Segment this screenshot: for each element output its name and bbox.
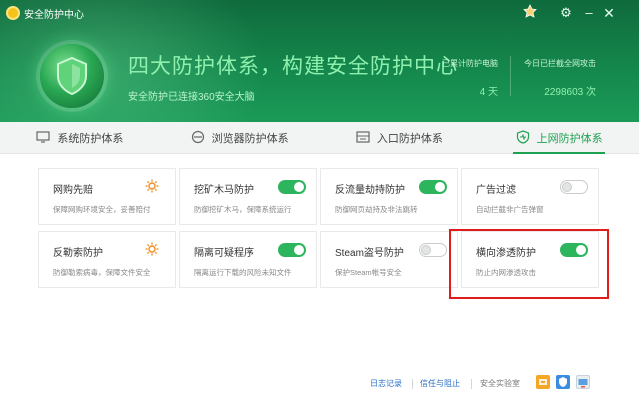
close-button[interactable]: ✕ bbox=[599, 4, 619, 22]
lab-shield-icon[interactable] bbox=[556, 375, 570, 389]
trust-block-link[interactable]: 信任与阻止 bbox=[420, 378, 460, 389]
card-description: 防御网页劫持及非法跳转 bbox=[335, 205, 418, 214]
entry-icon bbox=[356, 130, 370, 145]
monitor-icon bbox=[36, 130, 50, 145]
footer-divider bbox=[412, 379, 413, 389]
tab-label: 系统防护体系 bbox=[57, 132, 124, 145]
stat-protected-days: 已累计防护电脑 4 天 bbox=[436, 58, 498, 98]
footer-divider bbox=[471, 379, 472, 389]
card-title: 反勒索防护 bbox=[53, 248, 103, 259]
footer-bar: 日志记录 信任与阻止 安全实验室 bbox=[0, 375, 639, 394]
card-title: 挖矿木马防护 bbox=[194, 185, 254, 196]
hero-title: 四大防护体系，构建安全防护中心 bbox=[128, 55, 458, 78]
card-isolate-suspicious: 隔离可疑程序 隔离运行下载的风险未知文件 bbox=[179, 231, 317, 288]
toggle-knob bbox=[294, 245, 304, 255]
stat-label: 今日已拦截全网攻击 bbox=[524, 59, 596, 68]
card-title: 隔离可疑程序 bbox=[194, 248, 254, 259]
stat-blocked-attacks: 今日已拦截全网攻击 2298603 次 bbox=[516, 58, 596, 98]
card-description: 防御挖矿木马，保障系统运行 bbox=[194, 205, 292, 214]
card-ransomware-protection: 反勒索防护 防御勒索病毒，保障文件安全 bbox=[38, 231, 176, 288]
sun-icon[interactable] bbox=[145, 242, 159, 256]
lab-monitor-icon[interactable] bbox=[576, 375, 590, 389]
lab-tool-icon[interactable] bbox=[536, 375, 550, 389]
card-steam-protection: Steam盗号防护 保护Steam帐号安全 bbox=[320, 231, 458, 288]
isolate-toggle[interactable] bbox=[278, 243, 306, 257]
card-traffic-hijack-protection: 反流量劫持防护 防御网页劫持及非法跳转 bbox=[320, 168, 458, 225]
tab-browser-protection[interactable]: 浏览器防护体系 bbox=[160, 122, 320, 153]
tab-bar: 系统防护体系 浏览器防护体系 入口防护体系 上网防护体系 bbox=[0, 122, 639, 154]
log-link[interactable]: 日志记录 bbox=[370, 378, 402, 389]
toggle-knob bbox=[294, 182, 304, 192]
card-title: 反流量劫持防护 bbox=[335, 185, 405, 196]
tab-entry-protection[interactable]: 入口防护体系 bbox=[320, 122, 480, 153]
browser-icon bbox=[191, 130, 205, 146]
tab-internet-protection[interactable]: 上网防护体系 bbox=[479, 122, 639, 154]
card-description: 自动拦截非广告弹窗 bbox=[476, 205, 544, 214]
tab-label: 入口防护体系 bbox=[376, 132, 443, 145]
hero-subtitle: 安全防护已连接360安全大脑 bbox=[128, 92, 255, 103]
card-description: 保护Steam帐号安全 bbox=[335, 268, 402, 277]
sun-icon[interactable] bbox=[145, 179, 159, 193]
card-description: 保障网购环境安全，妥善赔付 bbox=[53, 205, 151, 214]
tab-label: 上网防护体系 bbox=[536, 132, 603, 145]
card-mining-trojan-protection: 挖矿木马防护 防御挖矿木马，保障系统运行 bbox=[179, 168, 317, 225]
tab-system-protection[interactable]: 系统防护体系 bbox=[0, 122, 160, 153]
tab-label: 浏览器防护体系 bbox=[211, 132, 289, 145]
badge-icon[interactable] bbox=[520, 4, 540, 22]
card-description: 防御勒索病毒，保障文件安全 bbox=[53, 268, 151, 277]
card-ad-filter: 广告过滤 自动拦截非广告弹窗 bbox=[461, 168, 599, 225]
card-title: 广告过滤 bbox=[476, 185, 516, 196]
stat-value: 4 天 bbox=[479, 87, 498, 98]
card-title: 网购先赔 bbox=[53, 185, 93, 196]
card-title: Steam盗号防护 bbox=[335, 248, 404, 259]
card-description: 隔离运行下载的风险未知文件 bbox=[194, 268, 292, 277]
ad-filter-toggle[interactable] bbox=[560, 180, 588, 194]
shield-logo-icon bbox=[40, 44, 104, 108]
settings-gear-icon[interactable]: ⚙ bbox=[556, 4, 576, 22]
stat-divider bbox=[510, 56, 511, 96]
hijack-protection-toggle[interactable] bbox=[419, 180, 447, 194]
toggle-knob bbox=[435, 182, 445, 192]
toggle-knob bbox=[421, 245, 431, 255]
security-lab-label: 安全实验室 bbox=[480, 379, 520, 388]
steam-protection-toggle[interactable] bbox=[419, 243, 447, 257]
stat-label: 已累计防护电脑 bbox=[442, 59, 498, 68]
highlight-box bbox=[449, 229, 609, 299]
minimize-button[interactable]: – bbox=[579, 4, 599, 22]
app-logo-icon bbox=[6, 6, 20, 20]
shield-heart-icon bbox=[516, 129, 530, 146]
app-title: 安全防护中心 bbox=[24, 10, 84, 21]
stat-value: 2298603 次 bbox=[544, 87, 596, 98]
toggle-knob bbox=[562, 182, 572, 192]
title-bar: 安全防护中心 ⚙ – ✕ bbox=[0, 0, 639, 26]
card-online-shopping-compensation: 网购先赔 保障网购环境安全，妥善赔付 bbox=[38, 168, 176, 225]
mining-protection-toggle[interactable] bbox=[278, 180, 306, 194]
header-banner: 安全防护中心 ⚙ – ✕ 四大防护体系，构建安全防护中心 安全防护已连接360安… bbox=[0, 0, 639, 122]
